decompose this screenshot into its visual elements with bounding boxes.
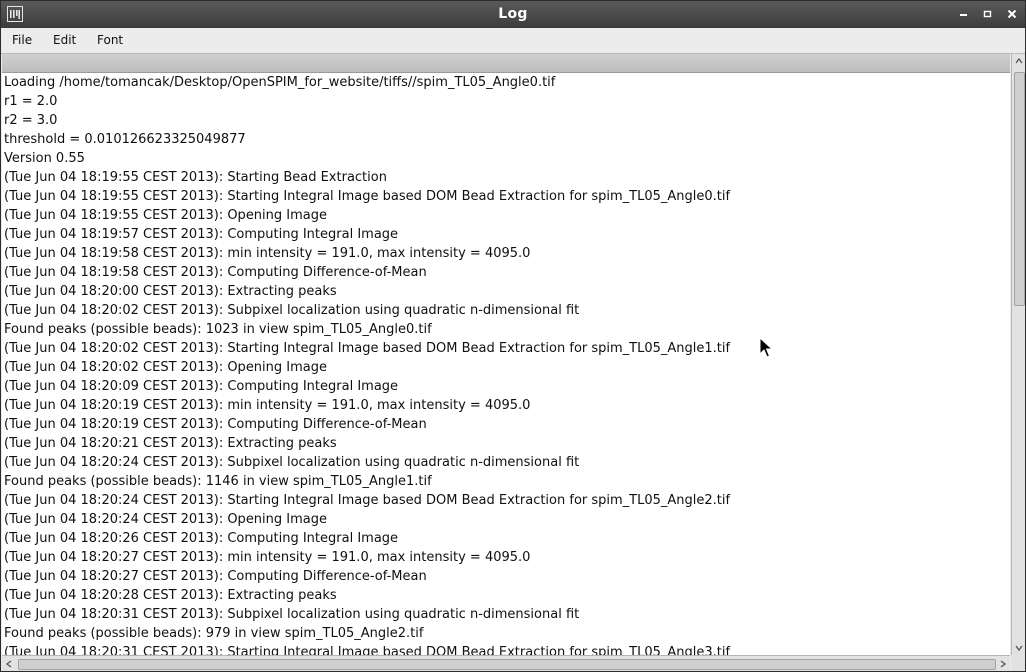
scroll-down-icon[interactable] [1012, 641, 1025, 655]
log-line: r2 = 3.0 [4, 113, 58, 128]
horizontal-scrollbar[interactable] [2, 655, 1010, 671]
vertical-scrollbar[interactable] [1011, 54, 1025, 655]
log-line: threshold = 0.010126623325049877 [4, 132, 246, 147]
log-line: (Tue Jun 04 18:19:55 CEST 2013): Startin… [4, 170, 387, 185]
log-line: (Tue Jun 04 18:20:09 CEST 2013): Computi… [4, 379, 399, 394]
log-line: r1 = 2.0 [4, 94, 58, 109]
log-line: Loading /home/tomancak/Desktop/OpenSPIM_… [4, 75, 556, 90]
vertical-scroll-thumb[interactable] [1014, 72, 1025, 306]
log-line: (Tue Jun 04 18:20:24 CEST 2013): Opening… [4, 512, 328, 527]
scrollbar-corner [1011, 655, 1025, 671]
log-line: (Tue Jun 04 18:20:24 CEST 2013): Subpixe… [4, 455, 580, 470]
log-line: (Tue Jun 04 18:19:58 CEST 2013): min int… [4, 246, 531, 261]
log-line: (Tue Jun 04 18:20:24 CEST 2013): Startin… [4, 493, 731, 508]
window-title: Log [498, 6, 528, 22]
log-line: (Tue Jun 04 18:20:28 CEST 2013): Extract… [4, 588, 337, 603]
menu-font[interactable]: Font [97, 33, 123, 47]
mouse-pointer-icon [759, 336, 774, 359]
log-line: (Tue Jun 04 18:20:31 CEST 2013): Subpixe… [4, 607, 580, 622]
log-line: (Tue Jun 04 18:19:57 CEST 2013): Computi… [4, 227, 399, 242]
maximize-icon[interactable] [978, 4, 998, 24]
log-line: (Tue Jun 04 18:20:02 CEST 2013): Startin… [4, 341, 731, 356]
log-line: (Tue Jun 04 18:20:19 CEST 2013): Computi… [4, 417, 427, 432]
log-line: (Tue Jun 04 18:20:19 CEST 2013): min int… [4, 398, 531, 413]
scroll-right-icon[interactable] [996, 657, 1010, 671]
log-text-area[interactable]: Loading /home/tomancak/Desktop/OpenSPIM_… [2, 73, 1010, 655]
log-header-strip [2, 54, 1010, 73]
log-lines: Loading /home/tomancak/Desktop/OpenSPIM_… [4, 73, 730, 655]
log-line: (Tue Jun 04 18:20:00 CEST 2013): Extract… [4, 284, 337, 299]
log-line: Found peaks (possible beads): 979 in vie… [4, 626, 424, 641]
log-line: (Tue Jun 04 18:20:26 CEST 2013): Computi… [4, 531, 399, 546]
log-line: (Tue Jun 04 18:20:02 CEST 2013): Opening… [4, 360, 328, 375]
close-icon[interactable] [1002, 4, 1022, 24]
title-bar[interactable]: Log [1, 1, 1025, 29]
log-window: Log File Edit Font Loading /home/tomanca… [0, 0, 1026, 672]
horizontal-scroll-thumb[interactable] [18, 659, 996, 670]
scroll-up-icon[interactable] [1012, 54, 1025, 68]
log-line: (Tue Jun 04 18:20:02 CEST 2013): Subpixe… [4, 303, 580, 318]
log-line: (Tue Jun 04 18:19:55 CEST 2013): Startin… [4, 189, 731, 204]
minimize-icon[interactable] [954, 4, 974, 24]
log-line: (Tue Jun 04 18:20:27 CEST 2013): min int… [4, 550, 531, 565]
log-line: (Tue Jun 04 18:19:55 CEST 2013): Opening… [4, 208, 328, 223]
log-line: (Tue Jun 04 18:19:58 CEST 2013): Computi… [4, 265, 427, 280]
menu-edit[interactable]: Edit [53, 33, 76, 47]
log-line: (Tue Jun 04 18:20:21 CEST 2013): Extract… [4, 436, 337, 451]
log-line: (Tue Jun 04 18:20:31 CEST 2013): Startin… [4, 645, 731, 655]
log-line: Version 0.55 [4, 151, 85, 166]
menu-bar: File Edit Font [1, 28, 1025, 54]
log-line: Found peaks (possible beads): 1023 in vi… [4, 322, 432, 337]
log-line: Found peaks (possible beads): 1146 in vi… [4, 474, 432, 489]
menu-file[interactable]: File [12, 33, 32, 47]
scroll-left-icon[interactable] [2, 657, 16, 671]
log-line: (Tue Jun 04 18:20:27 CEST 2013): Computi… [4, 569, 427, 584]
